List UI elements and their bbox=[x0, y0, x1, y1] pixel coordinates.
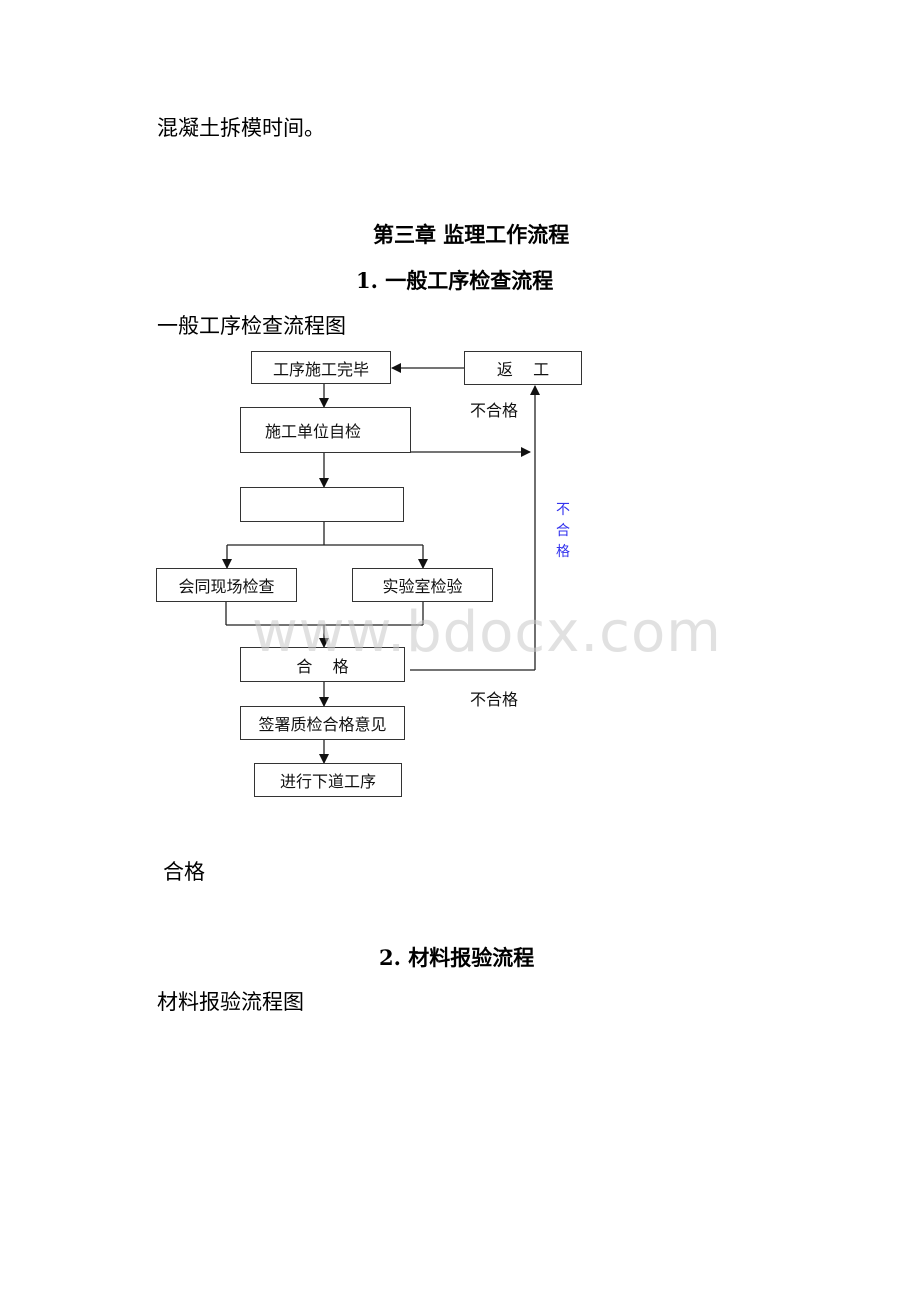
node-self-check-label: 施工单位自检 bbox=[265, 422, 362, 441]
node-rework-label: 返 工 bbox=[496, 360, 550, 379]
label-unqualified-side-char: 格 bbox=[556, 544, 570, 560]
node-blank-step bbox=[240, 487, 404, 522]
label-unqualified-side-text: 不合格 bbox=[555, 500, 571, 563]
node-qualified: 合 格 bbox=[240, 647, 405, 682]
node-process-complete: 工序施工完毕 bbox=[251, 351, 391, 384]
node-process-complete-label: 工序施工完毕 bbox=[272, 359, 369, 379]
node-sign-opinion-label: 签署质检合格意见 bbox=[258, 715, 387, 734]
label-unqualified-bottom: 不合格 bbox=[470, 690, 519, 709]
node-site-inspection: 会同现场检查 bbox=[156, 568, 297, 602]
section1-trailing-text: 合格 bbox=[163, 860, 205, 884]
node-next-process-label: 进行下道工序 bbox=[279, 772, 376, 791]
label-unqualified-side-char: 不 bbox=[556, 502, 570, 518]
node-rework: 返 工 bbox=[464, 351, 582, 385]
node-qualified-label: 合 格 bbox=[296, 656, 349, 676]
node-site-inspection-label: 会同现场检查 bbox=[178, 577, 275, 596]
node-lab-test: 实验室检验 bbox=[352, 568, 493, 602]
label-unqualified-top: 不合格 bbox=[470, 401, 519, 420]
section2-heading: 2. 材料报验流程 bbox=[379, 945, 535, 970]
node-next-process: 进行下道工序 bbox=[254, 763, 402, 797]
node-self-check: 施工单位自检 bbox=[240, 407, 411, 453]
section2-figure-caption: 材料报验流程图 bbox=[157, 990, 304, 1014]
flowchart-connectors bbox=[222, 363, 540, 764]
node-sign-opinion: 签署质检合格意见 bbox=[240, 706, 405, 740]
label-unqualified-side: 不合格 bbox=[555, 500, 571, 563]
node-lab-test-label: 实验室检验 bbox=[382, 577, 463, 596]
label-unqualified-side-char: 合 bbox=[556, 523, 570, 539]
